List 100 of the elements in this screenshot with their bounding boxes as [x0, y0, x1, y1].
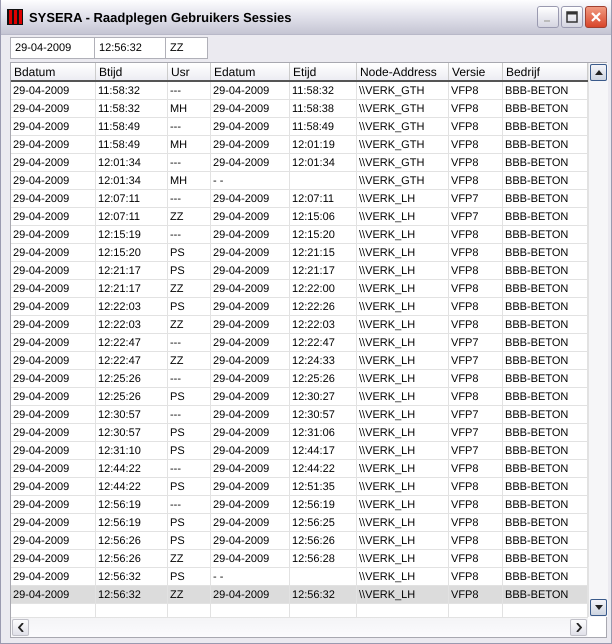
table-cell: \\VERK_LH	[359, 391, 416, 403]
table-cell: 11:58:49	[98, 121, 140, 133]
table-cell: VFP8	[451, 103, 479, 115]
table-cell: \\VERK_GTH	[359, 157, 424, 169]
table-row[interactable]: 29-04-2009 12:31:10 PS 29-04-2009 12:44:17 \\VERK_LH VFP7 BBB-BETON	[11, 442, 588, 460]
table-cell: BBB-BETON	[505, 499, 568, 511]
column-header[interactable]: Node-Address	[357, 63, 449, 80]
maximize-icon	[566, 11, 578, 23]
table-cell: 29-04-2009	[13, 85, 70, 97]
table-cell: BBB-BETON	[505, 463, 568, 475]
table-cell: VFP8	[451, 283, 479, 295]
scroll-down-button[interactable]	[590, 599, 607, 616]
table-cell: 29-04-2009	[213, 193, 270, 205]
table-row[interactable]: 29-04-2009 12:44:22 PS 29-04-2009 12:51:35 \\VERK_LH VFP8 BBB-BETON	[11, 478, 588, 496]
table-cell: \\VERK_LH	[359, 355, 416, 367]
table-cell: 12:56:19	[98, 499, 141, 511]
table-cell: \\VERK_LH	[359, 481, 416, 493]
table-row[interactable]: 29-04-2009 12:30:57 PS 29-04-2009 12:31:06 \\VERK_LH VFP7 BBB-BETON	[11, 424, 588, 442]
table-row[interactable]: 29-04-2009 11:58:49 MH 29-04-2009 12:01:19 \\VERK_GTH VFP8 BBB-BETON	[11, 136, 588, 154]
table-row[interactable]: 29-04-2009 12:22:03 ZZ 29-04-2009 12:22:03 \\VERK_LH VFP8 BBB-BETON	[11, 316, 588, 334]
table-cell: 11:58:49	[98, 139, 140, 151]
table-row[interactable]: 29-04-2009 12:21:17 ZZ 29-04-2009 12:22:00 \\VERK_LH VFP8 BBB-BETON	[11, 280, 588, 298]
table-cell: 11:58:32	[98, 85, 140, 97]
table-cell: 29-04-2009	[13, 481, 70, 493]
time-field[interactable]: 12:56:32	[94, 37, 166, 59]
table-row[interactable]: 29-04-2009 12:56:32 ZZ 29-04-2009 12:56:32 \\VERK_LH VFP8 BBB-BETON	[11, 586, 588, 604]
column-header[interactable]: Edatum	[211, 63, 290, 80]
table-row[interactable]: 29-04-2009 12:01:34 MH - - \\VERK_GTH VFP8 BBB-BETON	[11, 172, 588, 190]
table-row[interactable]: 29-04-2009 12:56:19 PS 29-04-2009 12:56:25 \\VERK_LH VFP8 BBB-BETON	[11, 514, 588, 532]
date-field[interactable]: 29-04-2009	[10, 37, 95, 59]
table-cell: MH	[170, 139, 188, 151]
table-cell: \\VERK_LH	[359, 499, 416, 511]
table-cell: \\VERK_GTH	[359, 175, 424, 187]
table-cell: 29-04-2009	[13, 355, 70, 367]
table-cell: BBB-BETON	[505, 157, 568, 169]
table-row[interactable]: 29-04-2009 12:22:03 PS 29-04-2009 12:22:26 \\VERK_LH VFP8 BBB-BETON	[11, 298, 588, 316]
table-cell: 12:44:17	[292, 445, 335, 457]
table-row[interactable]: 29-04-2009 12:25:26 --- 29-04-2009 12:25:26 \\VERK_LH VFP8 BBB-BETON	[11, 370, 588, 388]
table-cell: \\VERK_LH	[359, 427, 416, 439]
table-cell: 29-04-2009	[213, 103, 270, 115]
column-header[interactable]: Etijd	[290, 63, 357, 80]
horizontal-scrollbar[interactable]	[11, 617, 588, 637]
table-cell: 12:56:32	[98, 589, 141, 601]
table-cell: BBB-BETON	[505, 337, 568, 349]
column-header[interactable]: Versie	[449, 63, 503, 80]
table-cell: BBB-BETON	[505, 445, 568, 457]
table-cell: ---	[170, 121, 181, 133]
table-cell: 29-04-2009	[213, 373, 270, 385]
table-cell: 29-04-2009	[13, 499, 70, 511]
table-cell: 29-04-2009	[13, 283, 70, 295]
logo-icon	[7, 9, 23, 25]
table-cell: BBB-BETON	[505, 517, 568, 529]
table-row[interactable]: 29-04-2009 11:58:49 --- 29-04-2009 11:58:49 \\VERK_GTH VFP8 BBB-BETON	[11, 118, 588, 136]
close-button[interactable]	[585, 6, 607, 28]
table-cell: 12:01:34	[98, 175, 141, 187]
scroll-left-button[interactable]	[12, 619, 29, 636]
table-row[interactable]: 29-04-2009 12:22:47 --- 29-04-2009 12:22:47 \\VERK_LH VFP7 BBB-BETON	[11, 334, 588, 352]
table-row[interactable]: 29-04-2009 12:21:17 PS 29-04-2009 12:21:17 \\VERK_LH VFP8 BBB-BETON	[11, 262, 588, 280]
table-row[interactable]: 29-04-2009 12:15:20 PS 29-04-2009 12:21:15 \\VERK_LH VFP8 BBB-BETON	[11, 244, 588, 262]
table-cell: BBB-BETON	[505, 355, 568, 367]
table-row[interactable]: 29-04-2009 11:58:32 --- 29-04-2009 11:58:32 \\VERK_GTH VFP8 BBB-BETON	[11, 82, 588, 100]
table-cell: 12:56:32	[292, 589, 335, 601]
table-cell: PS	[170, 535, 185, 547]
table-row[interactable]: 29-04-2009 12:07:11 ZZ 29-04-2009 12:15:06 \\VERK_LH VFP7 BBB-BETON	[11, 208, 588, 226]
table-cell: BBB-BETON	[505, 409, 568, 421]
table-cell: 11:58:32	[98, 103, 140, 115]
table-cell: BBB-BETON	[505, 265, 568, 277]
table-cell: 12:56:26	[98, 553, 141, 565]
column-header[interactable]: Bdatum	[11, 63, 96, 80]
table-cell: PS	[170, 571, 185, 583]
table-row[interactable]: 29-04-2009 12:56:26 PS 29-04-2009 12:56:26 \\VERK_LH VFP8 BBB-BETON	[11, 532, 588, 550]
vertical-scrollbar[interactable]	[588, 63, 608, 617]
table-cell: ---	[170, 463, 181, 475]
table-cell: BBB-BETON	[505, 229, 568, 241]
user-field[interactable]: ZZ	[165, 37, 208, 59]
table-cell: 29-04-2009	[213, 247, 270, 259]
column-header[interactable]: Btijd	[96, 63, 168, 80]
table-cell: 29-04-2009	[13, 229, 70, 241]
table-row[interactable]: 29-04-2009 12:44:22 --- 29-04-2009 12:44:22 \\VERK_LH VFP8 BBB-BETON	[11, 460, 588, 478]
maximize-button[interactable]	[561, 6, 583, 28]
table-cell: 12:30:57	[98, 409, 141, 421]
table-cell: - -	[213, 571, 224, 583]
table-row[interactable]: 29-04-2009 12:15:19 --- 29-04-2009 12:15:20 \\VERK_LH VFP8 BBB-BETON	[11, 226, 588, 244]
table-cell: ZZ	[170, 283, 184, 295]
scroll-up-button[interactable]	[590, 64, 607, 81]
table-cell: 12:24:33	[292, 355, 335, 367]
table-row[interactable]: 29-04-2009 12:07:11 --- 29-04-2009 12:07:11 \\VERK_LH VFP7 BBB-BETON	[11, 190, 588, 208]
column-header[interactable]: Usr	[168, 63, 211, 80]
table-cell: PS	[170, 481, 185, 493]
table-row[interactable]: 29-04-2009 12:22:47 ZZ 29-04-2009 12:24:33 \\VERK_LH VFP7 BBB-BETON	[11, 352, 588, 370]
table-cell: 12:07:11	[98, 193, 140, 205]
table-cell: 12:21:17	[98, 265, 141, 277]
table-row[interactable]: 29-04-2009 11:58:32 MH 29-04-2009 11:58:38 \\VERK_GTH VFP8 BBB-BETON	[11, 100, 588, 118]
table-row[interactable]: 29-04-2009 12:56:26 ZZ 29-04-2009 12:56:28 \\VERK_LH VFP8 BBB-BETON	[11, 550, 588, 568]
table-row[interactable]: 29-04-2009 12:25:26 PS 29-04-2009 12:30:27 \\VERK_LH VFP8 BBB-BETON	[11, 388, 588, 406]
scroll-right-button[interactable]	[570, 619, 587, 636]
table-row[interactable]: 29-04-2009 12:30:57 --- 29-04-2009 12:30:57 \\VERK_LH VFP7 BBB-BETON	[11, 406, 588, 424]
table-row[interactable]: 29-04-2009 12:01:34 --- 29-04-2009 12:01:34 \\VERK_GTH VFP8 BBB-BETON	[11, 154, 588, 172]
table-cell: 12:56:26	[292, 535, 335, 547]
table-row[interactable]: 29-04-2009 12:56:19 --- 29-04-2009 12:56:19 \\VERK_LH VFP8 BBB-BETON	[11, 496, 588, 514]
